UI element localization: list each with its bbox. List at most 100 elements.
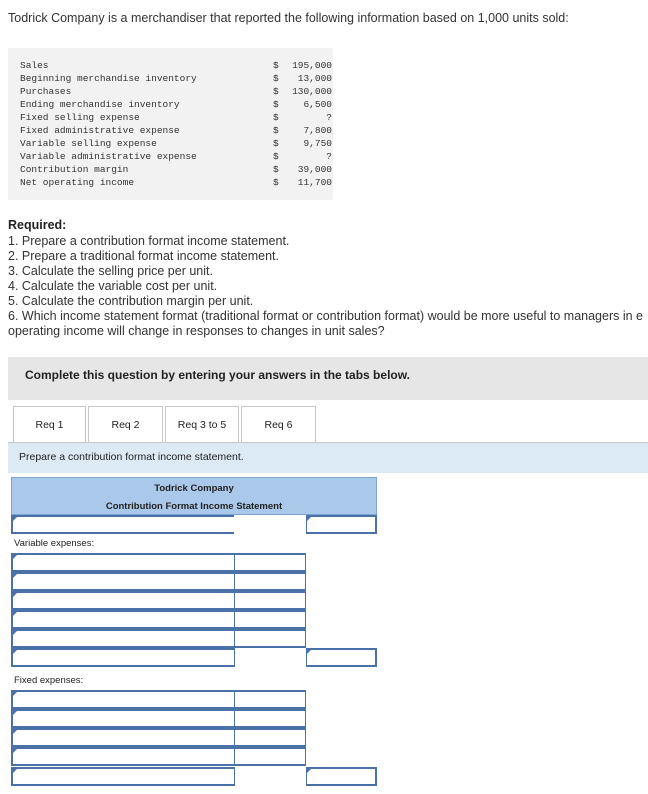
amount-field[interactable]	[235, 558, 305, 573]
input-marker-icon	[307, 517, 311, 521]
given-value: ?	[326, 112, 332, 123]
required-item: 2. Prepare a traditional format income s…	[8, 249, 279, 263]
input-marker-icon	[13, 517, 17, 521]
statement-label-input[interactable]	[11, 728, 235, 748]
label-field[interactable]	[13, 615, 234, 630]
statement-amount-input[interactable]	[306, 515, 377, 535]
statement-label-input[interactable]	[11, 629, 235, 649]
statement-label-input[interactable]	[11, 553, 235, 573]
statement-label-input[interactable]	[11, 515, 235, 535]
input-marker-icon	[13, 650, 17, 654]
tab-req-3-to-5[interactable]: Req 3 to 5	[165, 406, 239, 443]
amount-field[interactable]	[235, 615, 305, 630]
statement-amount-input[interactable]	[234, 690, 306, 710]
label-field[interactable]	[13, 634, 234, 649]
statement-label-input[interactable]	[11, 591, 235, 611]
statement-amount-input[interactable]	[234, 591, 306, 611]
label-field[interactable]	[13, 653, 234, 668]
amount-field[interactable]	[235, 714, 305, 729]
statement-amount-input[interactable]	[234, 629, 306, 649]
statement-amount-input[interactable]	[234, 610, 306, 630]
label-field[interactable]	[13, 714, 234, 729]
fixed-expenses-label: Fixed expenses:	[14, 675, 84, 686]
amount-field[interactable]	[307, 772, 375, 787]
required-item: 5. Calculate the contribution margin per…	[8, 294, 254, 308]
given-label: Variable selling expense	[20, 138, 157, 149]
label-field[interactable]	[13, 772, 234, 787]
label-field[interactable]	[13, 520, 234, 535]
given-dollar: $	[273, 177, 279, 188]
amount-field[interactable]	[235, 695, 305, 710]
statement-label-input[interactable]	[11, 690, 235, 710]
statement-title: Contribution Format Income Statement	[105, 501, 283, 512]
input-marker-icon	[13, 730, 17, 734]
label-field[interactable]	[13, 558, 234, 573]
statement-label-input[interactable]	[11, 572, 235, 592]
amount-field[interactable]	[235, 596, 305, 611]
label-field[interactable]	[13, 577, 234, 592]
given-label: Net operating income	[20, 177, 135, 188]
empty-cell	[234, 515, 306, 534]
required-item: 4. Calculate the variable cost per unit.	[8, 279, 218, 293]
given-dollar: $	[273, 60, 279, 71]
given-value: 9,750	[303, 138, 332, 149]
amount-field[interactable]	[235, 634, 305, 649]
tab-req-1[interactable]: Req 1	[13, 406, 86, 443]
required-heading: Required:	[8, 218, 67, 232]
given-value: ?	[326, 151, 332, 162]
required-item: 3. Calculate the selling price per unit.	[8, 264, 213, 278]
tab-req-6[interactable]: Req 6	[241, 406, 316, 443]
given-value: 195,000	[292, 60, 332, 71]
given-label: Purchases	[20, 86, 72, 97]
given-dollar: $	[273, 112, 279, 123]
statement-header: Todrick Company Contribution Format Inco…	[11, 477, 377, 515]
statement-amount-input[interactable]	[234, 553, 306, 573]
given-label: Sales	[20, 60, 49, 71]
input-marker-icon	[13, 631, 17, 635]
amount-field[interactable]	[307, 520, 375, 535]
given-label: Ending merchandise inventory	[20, 99, 180, 110]
given-label: Contribution margin	[20, 164, 129, 175]
statement-amount-input[interactable]	[234, 728, 306, 748]
statement-amount-input[interactable]	[306, 767, 377, 787]
amount-field[interactable]	[235, 577, 305, 592]
input-marker-icon	[13, 574, 17, 578]
input-marker-icon	[307, 769, 311, 773]
given-dollar: $	[273, 86, 279, 97]
given-label: Fixed administrative expense	[20, 125, 180, 136]
label-field[interactable]	[13, 596, 234, 611]
statement-label-input[interactable]	[11, 747, 235, 767]
statement-label-input[interactable]	[11, 648, 235, 668]
label-field[interactable]	[13, 752, 234, 767]
tab-req-2[interactable]: Req 2	[88, 406, 163, 443]
label-field[interactable]	[13, 733, 234, 748]
instructions-banner: Complete this question by entering your …	[8, 357, 648, 400]
statement-label-input[interactable]	[11, 610, 235, 630]
amount-field[interactable]	[307, 653, 375, 668]
input-marker-icon	[13, 555, 17, 559]
amount-field[interactable]	[235, 752, 305, 767]
label-field[interactable]	[13, 695, 234, 710]
statement-label-input[interactable]	[11, 709, 235, 729]
input-marker-icon	[13, 749, 17, 753]
question-prompt: Prepare a contribution format income sta…	[8, 443, 648, 473]
fixed-expenses-section: Fixed expenses:	[11, 671, 377, 690]
variable-expenses-label: Variable expenses:	[14, 538, 95, 549]
given-label: Fixed selling expense	[20, 112, 140, 123]
amount-field[interactable]	[235, 733, 305, 748]
statement-amount-input[interactable]	[306, 648, 377, 668]
given-dollar: $	[273, 151, 279, 162]
given-dollar: $	[273, 164, 279, 175]
statement-amount-input[interactable]	[234, 572, 306, 592]
given-dollar: $	[273, 138, 279, 149]
given-data-table: Sales $ 195,000 Beginning merchandise in…	[8, 48, 333, 200]
given-dollar: $	[273, 73, 279, 84]
statement-label-input[interactable]	[11, 767, 235, 787]
variable-expenses-section: Variable expenses:	[11, 534, 377, 553]
input-marker-icon	[307, 650, 311, 654]
required-item: operating income will change in response…	[8, 324, 385, 338]
given-value: 11,700	[297, 177, 332, 188]
statement-amount-input[interactable]	[234, 747, 306, 767]
statement-amount-input[interactable]	[234, 709, 306, 729]
given-value: 7,800	[303, 125, 332, 136]
